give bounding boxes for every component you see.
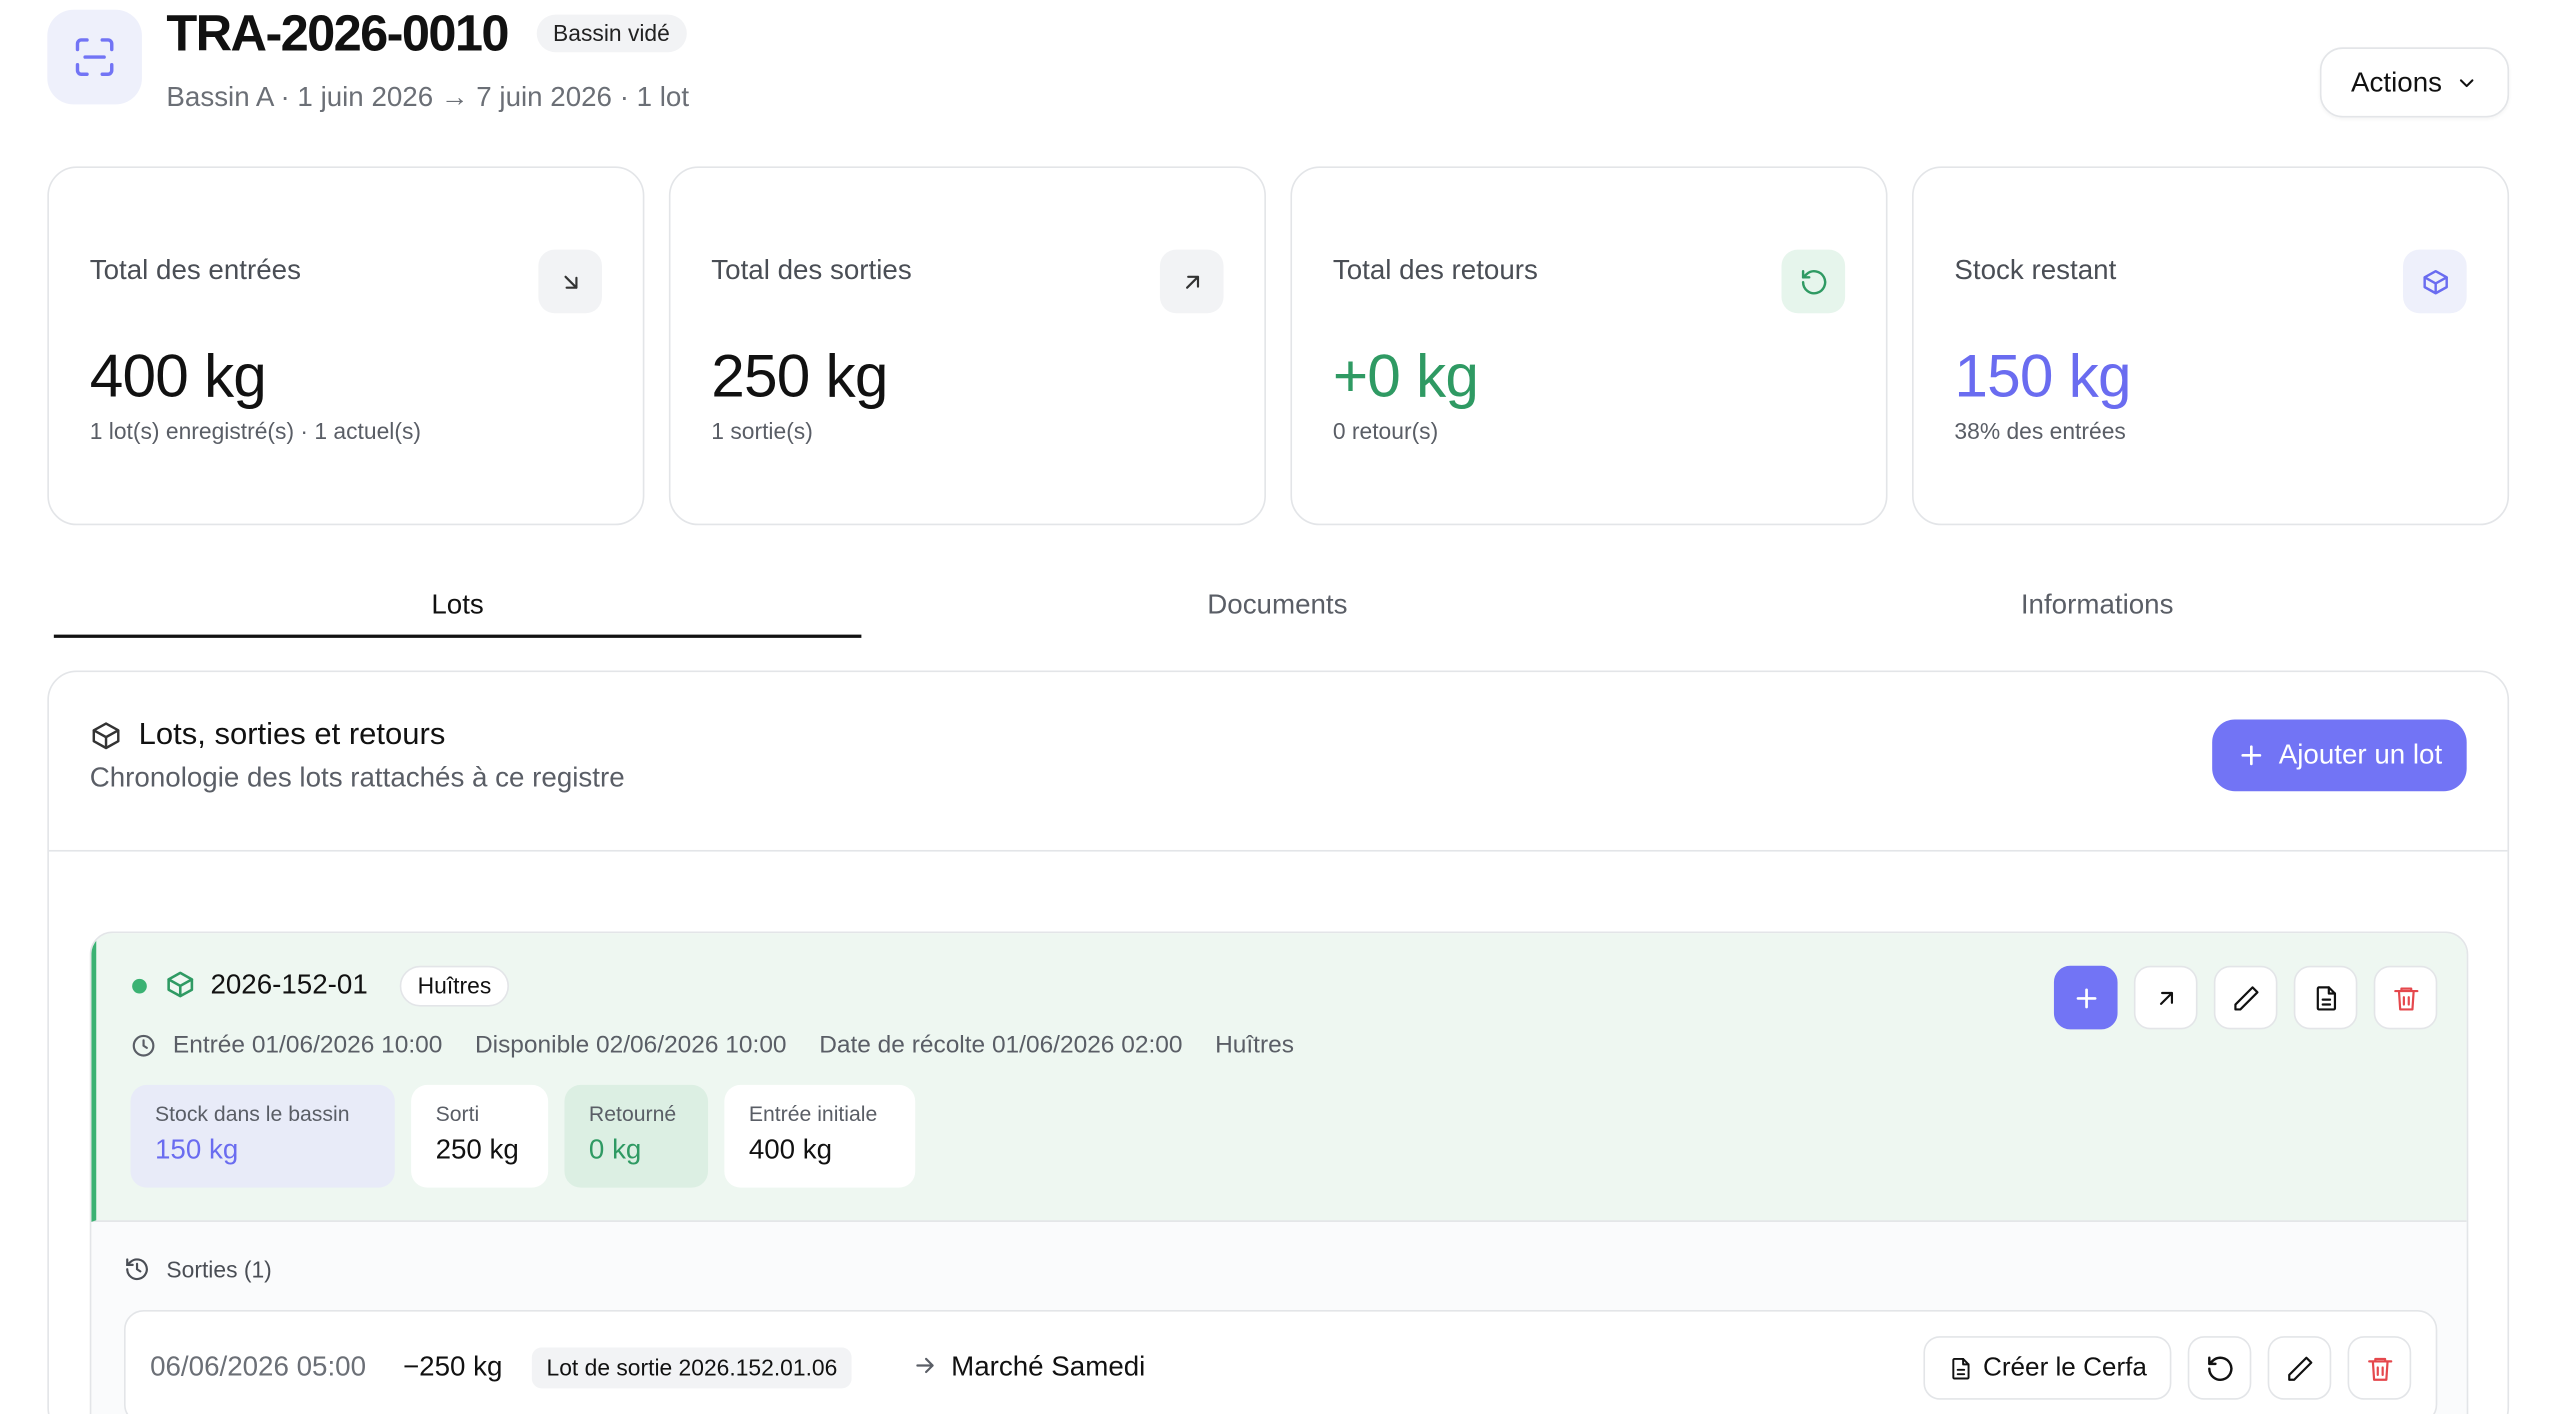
card-value: +0 kg — [1332, 342, 1479, 410]
trash-icon — [2393, 986, 2418, 1010]
card-stock-restant: Stock restant 150 kg 38% des entrées — [1912, 166, 2510, 526]
sortie-qty: −250 kg — [402, 1350, 503, 1382]
tab-documents[interactable]: Documents — [870, 574, 1686, 638]
status-badge: Bassin vidé — [536, 14, 687, 53]
arrow-up-right-icon — [2159, 991, 2173, 1005]
arrow-down-right-icon — [538, 249, 602, 314]
tab-lots[interactable]: Lots — [53, 574, 862, 638]
history-icon — [124, 1256, 150, 1290]
lot-summary: 2026-152-01 Huîtres Entrée 01/06/2026 10… — [91, 933, 2467, 1222]
meta-species: Huîtres — [1215, 1031, 1294, 1059]
stat-label: Entrée initiale — [748, 1101, 878, 1126]
card-total-sorties: Total des sorties 250 kg 1 sortie(s) — [668, 166, 1266, 526]
card-note: 38% des entrées — [1954, 417, 2126, 444]
meta-available: Disponible 02/06/2026 10:00 — [474, 1031, 787, 1059]
plus-icon — [2241, 745, 2261, 766]
sorties-label: Sorties (1) — [166, 1256, 272, 1283]
edit-button[interactable] — [2213, 965, 2278, 1030]
return-button[interactable] — [2187, 1336, 2252, 1400]
sortie-date: 06/06/2026 05:00 — [150, 1350, 367, 1382]
card-label: Total des entrées — [89, 254, 301, 286]
page-title: TRA-2026-0010 — [166, 4, 509, 62]
status-dot — [132, 978, 147, 994]
box-icon — [90, 719, 123, 760]
meta-harvest: Date de récolte 01/06/2026 02:00 — [819, 1031, 1183, 1059]
sortie-actions: Créer le Cerfa — [1922, 1336, 2412, 1400]
plus-icon — [2075, 987, 2096, 1008]
card-label: Total des sorties — [711, 254, 912, 286]
stat-value: 400 kg — [748, 1133, 833, 1165]
stat-label: Sorti — [435, 1101, 480, 1126]
arrow-right-icon — [912, 1352, 938, 1386]
stat-stock: Stock dans le bassin 150 kg — [130, 1084, 395, 1188]
sortie-row: 06/06/2026 05:00 −250 kg Lot de sortie 2… — [123, 1310, 2438, 1414]
card-value: 150 kg — [1954, 342, 2131, 410]
box-icon — [165, 969, 196, 1008]
card-label: Stock restant — [1954, 254, 2117, 286]
create-cerfa-button[interactable]: Créer le Cerfa — [1922, 1336, 2172, 1400]
lot-code: 2026-152-01 — [210, 969, 368, 1001]
panel-header: Lots, sorties et retours Chronologie des… — [48, 672, 2508, 852]
stat-value: 150 kg — [154, 1133, 239, 1165]
panel-title: Lots, sorties et retours — [138, 717, 446, 753]
delete-sortie-button[interactable] — [2347, 1336, 2412, 1400]
card-note: 0 retour(s) — [1332, 417, 1439, 444]
card-total-retours: Total des retours +0 kg 0 retour(s) — [1290, 166, 1888, 526]
sortie-destination: Marché Samedi — [951, 1350, 1146, 1382]
trash-icon — [2367, 1357, 2392, 1381]
card-note: 1 sortie(s) — [711, 417, 813, 444]
clock-icon — [132, 1034, 155, 1056]
page-subtitle: Bassin A · 1 juin 2026 → 7 juin 2026 · 1… — [166, 81, 690, 113]
actions-label: Actions — [2351, 66, 2443, 98]
tab-informations[interactable]: Informations — [1693, 574, 2501, 638]
file-text-icon — [1951, 1357, 1969, 1379]
lots-panel: Lots, sorties et retours Chronologie des… — [47, 670, 2510, 1414]
sortie-lot-badge: Lot de sortie 2026.152.01.06 — [531, 1347, 853, 1389]
lot-meta: Entrée 01/06/2026 10:00 Disponible 02/06… — [131, 1031, 1294, 1059]
arrow-up-right-icon — [1159, 249, 1224, 314]
stat-entree-initiale: Entrée initiale 400 kg — [724, 1084, 916, 1188]
panel-subtitle: Chronologie des lots rattachés à ce regi… — [89, 761, 625, 793]
lot-card: 2026-152-01 Huîtres Entrée 01/06/2026 10… — [89, 931, 2469, 1414]
rotate-ccw-icon — [1781, 249, 1846, 314]
delete-button[interactable] — [2373, 965, 2438, 1030]
add-lot-label: Ajouter un lot — [2278, 739, 2443, 771]
stat-value: 0 kg — [588, 1133, 642, 1165]
edit-sortie-button[interactable] — [2267, 1336, 2332, 1400]
lot-actions — [2053, 965, 2438, 1030]
stat-sorti: Sorti 250 kg — [411, 1084, 549, 1188]
file-text-icon — [2315, 985, 2336, 1010]
card-note: 1 lot(s) enregistré(s) · 1 actuel(s) — [89, 417, 422, 444]
box-icon — [2403, 249, 2467, 314]
meta-entry: Entrée 01/06/2026 10:00 — [172, 1031, 443, 1059]
chevron-down-icon — [2459, 78, 2474, 87]
stat-label: Stock dans le bassin — [154, 1101, 350, 1126]
pencil-icon — [2233, 985, 2258, 1010]
create-cerfa-label: Créer le Cerfa — [1982, 1353, 2147, 1381]
rotate-ccw-icon — [2207, 1355, 2232, 1381]
actions-button[interactable]: Actions — [2319, 47, 2510, 118]
pencil-icon — [2287, 1355, 2312, 1381]
add-button[interactable] — [2053, 965, 2118, 1030]
scan-icon — [47, 9, 142, 105]
document-button[interactable] — [2293, 965, 2358, 1030]
tab-bar: Lots Documents Informations — [53, 574, 2509, 639]
add-lot-button[interactable]: Ajouter un lot — [2211, 719, 2467, 792]
card-total-entrees: Total des entrées 400 kg 1 lot(s) enregi… — [47, 166, 645, 526]
card-value: 250 kg — [711, 342, 888, 410]
species-badge: Huîtres — [399, 965, 510, 1007]
stat-value: 250 kg — [435, 1133, 519, 1165]
card-value: 400 kg — [89, 342, 267, 410]
exit-button[interactable] — [2133, 965, 2198, 1030]
card-label: Total des retours — [1332, 254, 1538, 286]
stat-label: Retourné — [588, 1101, 677, 1126]
stat-retourne: Retourné 0 kg — [564, 1084, 709, 1188]
